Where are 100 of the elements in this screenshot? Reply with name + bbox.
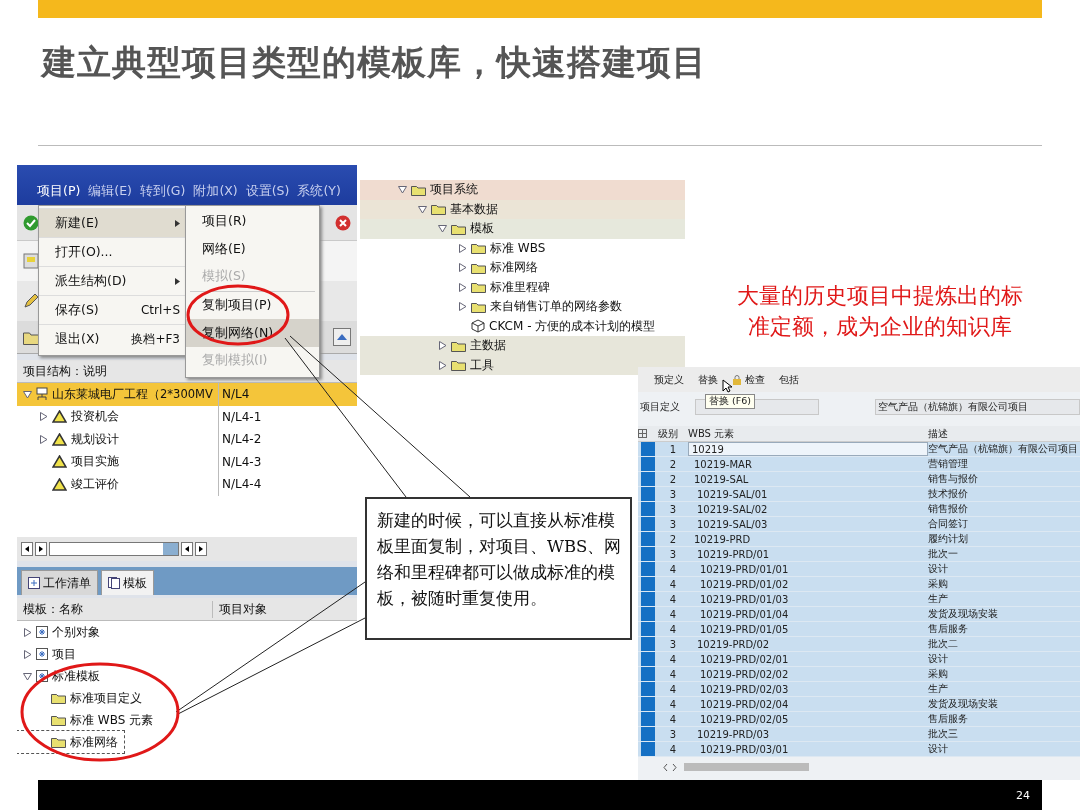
table-cell-text: 3 — [668, 488, 678, 500]
tree-item-label[interactable]: 标准 WBS — [490, 239, 546, 257]
tree-item-label[interactable]: 工具 — [470, 356, 494, 374]
table-cell-text: 1 — [668, 443, 678, 455]
triangle-icon — [52, 455, 67, 469]
table-cell-text: 技术报价 — [928, 487, 969, 501]
template-icon — [36, 626, 48, 638]
toolbar-button[interactable]: 包括 — [779, 372, 799, 387]
column-settings-icon[interactable] — [638, 429, 647, 438]
table-cell-text: 批次二 — [928, 637, 959, 651]
expand-arrow-icon[interactable] — [23, 671, 32, 681]
menu-bar-item[interactable]: 设置(S) — [245, 183, 290, 200]
tree-row[interactable]: 标准项目定义 — [17, 687, 148, 709]
folder-icon — [471, 300, 486, 313]
table-cell-text: 10219-PRD/01/01 — [699, 563, 790, 575]
tree-row[interactable]: 个别对象 — [17, 621, 106, 643]
column-header: 模板：名称 — [22, 600, 84, 618]
folder-icon — [471, 281, 486, 294]
cancel-icon[interactable] — [335, 214, 351, 231]
table-cell-text: 2 — [668, 533, 678, 545]
tree-row[interactable]: 项目 — [17, 643, 82, 665]
tree-item-label[interactable]: CKCM - 方便的成本计划的模型 — [489, 317, 656, 335]
scrollbar-track-icon[interactable] — [49, 542, 179, 556]
tree-row[interactable]: 标准网络 — [17, 731, 124, 753]
tree-item-label: 山东莱城电厂工程（2*300MV — [52, 386, 213, 402]
collapse-icon[interactable] — [333, 328, 351, 346]
folder-icon — [411, 183, 426, 196]
expand-arrow-icon[interactable] — [418, 204, 427, 214]
menu-bar-item[interactable]: 系统(Y) — [297, 183, 341, 200]
scroll-arrows-icon[interactable] — [662, 762, 678, 772]
table-cell-text: 设计 — [928, 742, 949, 756]
table-cell-text: 销售与报价 — [928, 472, 979, 486]
menu-bar-item[interactable]: 附加(X) — [193, 183, 238, 200]
tree-item-code: N/L4-2 — [218, 428, 357, 451]
tab[interactable]: 工作清单 — [21, 570, 98, 595]
toolbar-button[interactable]: 替换 — [698, 372, 718, 387]
expand-arrow-icon[interactable] — [398, 185, 407, 195]
table-cell-text: 2 — [668, 458, 678, 470]
table-cell-text: 生产 — [928, 682, 949, 696]
expand-arrow-icon[interactable] — [438, 360, 447, 370]
tree-item-label[interactable]: 主数据 — [470, 337, 506, 355]
tree-item-label[interactable]: 基本数据 — [450, 200, 498, 218]
tree-item-label[interactable]: 标准网络 — [490, 259, 538, 277]
tree-item-label[interactable]: 来自销售订单的网络参数 — [490, 298, 622, 316]
expand-arrow-icon[interactable] — [438, 341, 447, 351]
expand-arrow-icon[interactable] — [23, 649, 32, 659]
list-icon — [28, 577, 40, 589]
table-cell-text: 生产 — [928, 592, 949, 606]
tab[interactable]: 模板 — [101, 570, 154, 595]
table-cell-text: 3 — [668, 518, 678, 530]
table-cell-text: 4 — [668, 713, 678, 725]
menu-item[interactable]: 新建(E) — [39, 208, 186, 237]
tree-item-label[interactable]: 标准里程碑 — [490, 278, 550, 296]
expand-arrow-icon[interactable] — [458, 282, 467, 292]
tree-row[interactable]: 标准 WBS 元素 — [17, 709, 160, 731]
menu-item[interactable]: 复制项目(P) — [186, 291, 319, 320]
table-cell-text: 3 — [668, 548, 678, 560]
scrollbar-thumb-icon[interactable] — [684, 763, 809, 771]
menu-bar-item[interactable]: 编辑(E) — [88, 183, 132, 200]
tree-row[interactable]: 投资机会 N/L4-1 — [17, 405, 357, 428]
table-cell-text: 4 — [668, 668, 678, 680]
template-icon — [36, 670, 48, 682]
expand-arrow-icon[interactable] — [39, 434, 48, 444]
table-cell-text: 10219-PRD/03/01 — [699, 743, 790, 755]
input-field[interactable]: 10219 — [688, 442, 928, 456]
tree-item-code: N/L4-4 — [218, 473, 357, 496]
table-cell-text: 10219-SAL/02 — [696, 503, 769, 515]
tree-row[interactable]: 规划设计 N/L4-2 — [17, 428, 357, 451]
expand-arrow-icon[interactable] — [23, 627, 32, 637]
pages-icon — [108, 577, 120, 589]
table-cell-text: 10219-PRD/02/05 — [699, 713, 790, 725]
menu-bar-item[interactable]: 项目(P) — [37, 183, 81, 200]
tree-item-label: 投资机会 — [71, 409, 119, 425]
menu-item[interactable]: 网络(E) — [186, 235, 319, 264]
cube-icon — [471, 319, 485, 334]
toolbar-button[interactable]: 检查 — [732, 372, 765, 387]
table-cell-text: 4 — [668, 578, 678, 590]
table-cell-text: 10219-PRD/02/01 — [699, 653, 790, 665]
expand-arrow-icon[interactable] — [458, 263, 467, 273]
table-cell-text: 4 — [668, 683, 678, 695]
pencil-icon[interactable] — [23, 293, 39, 309]
column-header: 描述 — [928, 426, 949, 441]
menu-item[interactable]: 项目(R) — [186, 208, 319, 236]
column-header: 级别 — [658, 426, 679, 441]
toolbar-button[interactable]: 预定义 — [654, 372, 684, 387]
tree-item-label[interactable]: 模板 — [470, 220, 494, 238]
expand-arrow-icon[interactable] — [438, 224, 447, 234]
expand-arrow-icon[interactable] — [458, 302, 467, 312]
tree-item-label[interactable]: 项目系统 — [430, 181, 478, 199]
expand-arrow-icon[interactable] — [458, 243, 467, 253]
menu-bar-item[interactable]: 转到(G) — [139, 183, 186, 200]
column-header: 项目对象 — [212, 600, 357, 618]
tree-row[interactable]: 竣工评价 N/L4-4 — [17, 473, 357, 496]
check-icon[interactable] — [23, 214, 39, 231]
tree-row[interactable]: 项目实施 N/L4-3 — [17, 450, 357, 473]
description-field[interactable]: 空气产品（杭锦旗）有限公司项目 — [875, 399, 1080, 415]
expand-arrow-icon[interactable] — [23, 389, 32, 399]
table-cell-text: 10219-PRD/03 — [696, 728, 771, 740]
tree-row[interactable]: 山东莱城电厂工程（2*300MV N/L4 — [17, 383, 357, 406]
expand-arrow-icon[interactable] — [39, 412, 48, 422]
